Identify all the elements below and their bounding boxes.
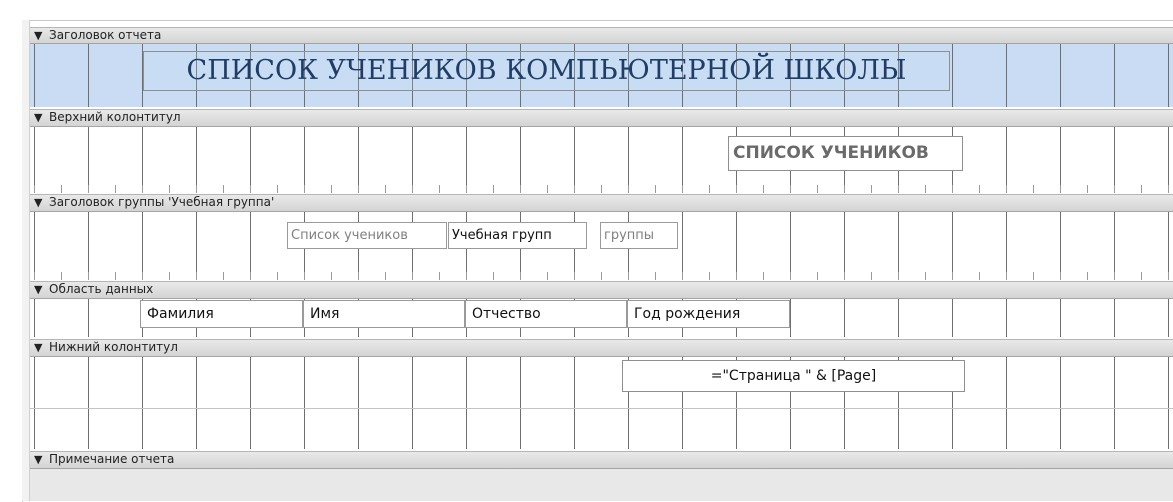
section-report-footer[interactable]: [30, 469, 1173, 501]
grid-ticks: [30, 185, 1173, 193]
section-page-footer[interactable]: ="Страница " & [Page]: [30, 357, 1173, 449]
section-bar-page-footer[interactable]: ▼ Нижний колонтитул: [30, 339, 1173, 357]
section-collapse-icon: ▼: [34, 341, 43, 354]
page-header-title[interactable]: СПИСОК УЧЕНИКОВ: [728, 136, 963, 171]
section-collapse-icon: ▼: [34, 283, 43, 296]
groups-label[interactable]: группы: [600, 222, 678, 249]
field-birth-year[interactable]: Год рождения: [627, 300, 790, 328]
section-label: Примечание отчета: [49, 452, 175, 466]
section-label: Область данных: [49, 282, 154, 296]
section-collapse-icon: ▼: [34, 29, 43, 42]
section-label: Нижний колонтитул: [49, 340, 178, 354]
students-list-label[interactable]: Список учеников: [287, 222, 447, 249]
grid-ticks: [30, 272, 1173, 280]
page-number-expression[interactable]: ="Страница " & [Page]: [622, 360, 965, 392]
section-label: Заголовок группы 'Учебная группа': [49, 195, 275, 209]
report-title[interactable]: СПИСОК УЧЕНИКОВ КОМПЬЮТЕРНОЙ ШКОЛЫ: [143, 51, 950, 91]
section-collapse-icon: ▼: [34, 111, 43, 124]
field-patronymic[interactable]: Отчество: [465, 300, 627, 328]
section-bar-group-header[interactable]: ▼ Заголовок группы 'Учебная группа': [30, 194, 1173, 212]
grid-line: [30, 408, 1173, 409]
section-collapse-icon: ▼: [34, 453, 43, 466]
section-report-header[interactable]: СПИСОК УЧЕНИКОВ КОМПЬЮТЕРНОЙ ШКОЛЫ: [30, 44, 1173, 107]
section-bar-detail[interactable]: ▼ Область данных: [30, 281, 1173, 299]
group-field[interactable]: Учебная групп: [448, 222, 587, 249]
section-bar-page-header[interactable]: ▼ Верхний колонтитул: [30, 109, 1173, 127]
section-group-header[interactable]: Список учеников Учебная групп группы: [30, 212, 1173, 280]
section-collapse-icon: ▼: [34, 196, 43, 209]
field-surname[interactable]: Фамилия: [140, 300, 303, 328]
section-detail[interactable]: Фамилия Имя Отчество Год рождения: [30, 299, 1173, 337]
section-page-header[interactable]: СПИСОК УЧЕНИКОВ: [30, 127, 1173, 193]
section-label: Заголовок отчета: [49, 28, 162, 42]
vertical-ruler: [22, 20, 30, 501]
field-name[interactable]: Имя: [303, 300, 465, 328]
section-bar-report-footer[interactable]: ▼ Примечание отчета: [30, 451, 1173, 469]
section-bar-report-header[interactable]: ▼ Заголовок отчета: [30, 27, 1173, 44]
section-label: Верхний колонтитул: [49, 110, 181, 124]
